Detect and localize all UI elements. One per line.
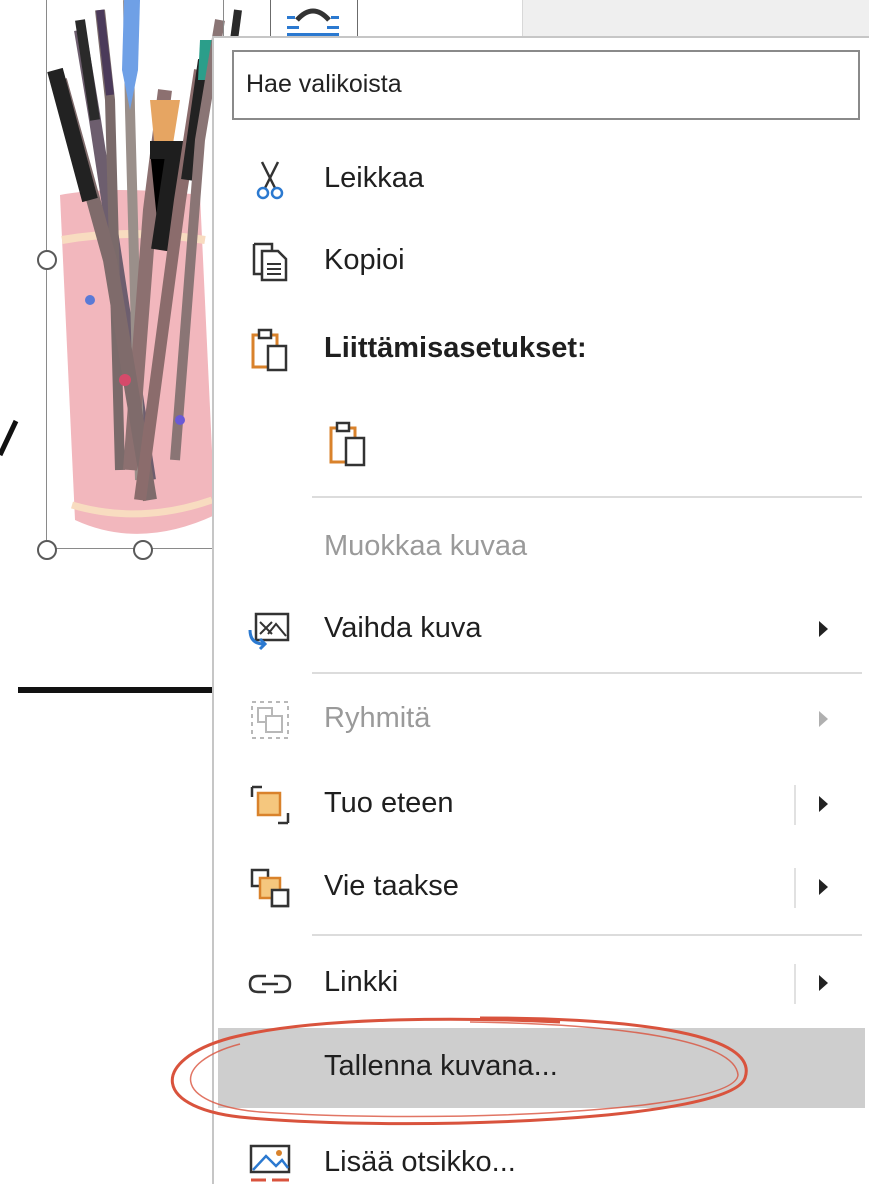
menu-separator [312, 934, 862, 936]
menu-item-label: Lisää otsikko... [324, 1146, 516, 1178]
menu-item-send-backward[interactable]: Vie taakse [214, 848, 869, 928]
menu-search-input[interactable]: Hae valikoista [232, 50, 860, 120]
split-separator [794, 868, 796, 908]
menu-item-label: Muokkaa kuvaa [324, 530, 528, 562]
ribbon-wrap-text-button[interactable] [270, 0, 358, 38]
group-icon [251, 701, 289, 739]
menu-item-label: Vie taakse [324, 870, 459, 902]
picture-selection-frame [46, 0, 224, 549]
document-background [522, 0, 869, 40]
submenu-arrow-icon[interactable] [819, 879, 828, 895]
menu-item-group: Ryhmitä [214, 680, 869, 760]
menu-item-copy[interactable]: Kopioi [214, 222, 869, 302]
menu-separator [312, 496, 862, 498]
menu-separator [312, 672, 862, 674]
horizontal-line-shape [18, 687, 218, 693]
menu-item-label: Tallenna kuvana... [324, 1050, 558, 1082]
submenu-arrow-icon[interactable] [819, 975, 828, 991]
menu-item-label: Linkki [324, 966, 399, 998]
submenu-arrow-icon [819, 711, 828, 727]
menu-item-label: Leikkaa [324, 162, 424, 194]
paste-icon [251, 328, 288, 372]
menu-item-edit-picture: Muokkaa kuvaa [214, 508, 869, 588]
menu-item-label: Ryhmitä [324, 702, 431, 734]
menu-item-link[interactable]: Linkki [214, 944, 869, 1024]
insert-caption-icon [249, 1144, 291, 1182]
menu-item-insert-caption[interactable]: Lisää otsikko... [214, 1124, 869, 1204]
resize-handle-bottom[interactable] [133, 540, 153, 560]
menu-item-label: Vaihda kuva [324, 612, 482, 644]
menu-item-bring-forward[interactable]: Tuo eteen [214, 765, 869, 845]
menu-item-paste-options: Liittämisasetukset: [214, 310, 869, 390]
paste-keep-formatting-button[interactable] [326, 420, 370, 468]
resize-handle-bottom-left[interactable] [37, 540, 57, 560]
menu-item-save-as-picture[interactable]: Tallenna kuvana... [218, 1028, 865, 1108]
send-backward-icon [250, 868, 290, 908]
submenu-arrow-icon [819, 621, 828, 637]
menu-item-label: Kopioi [324, 244, 405, 276]
context-menu: Hae valikoista Leikkaa Kopioi Liittämisa… [212, 36, 869, 1184]
menu-item-change-picture[interactable]: Vaihda kuva [214, 590, 869, 670]
menu-item-label: Tuo eteen [324, 787, 454, 819]
link-icon [248, 974, 292, 994]
copy-icon [252, 242, 288, 282]
shape-line-fragment [0, 419, 19, 457]
split-separator [794, 785, 796, 825]
menu-item-label: Liittämisasetukset: [324, 332, 587, 364]
change-picture-icon [248, 612, 290, 651]
scissors-icon [256, 161, 284, 200]
bring-forward-icon [250, 785, 290, 825]
submenu-arrow-icon[interactable] [819, 796, 828, 812]
resize-handle-left[interactable] [37, 250, 57, 270]
menu-item-cut[interactable]: Leikkaa [214, 140, 869, 220]
wrap-text-icon [287, 8, 339, 36]
split-separator [794, 964, 796, 1004]
